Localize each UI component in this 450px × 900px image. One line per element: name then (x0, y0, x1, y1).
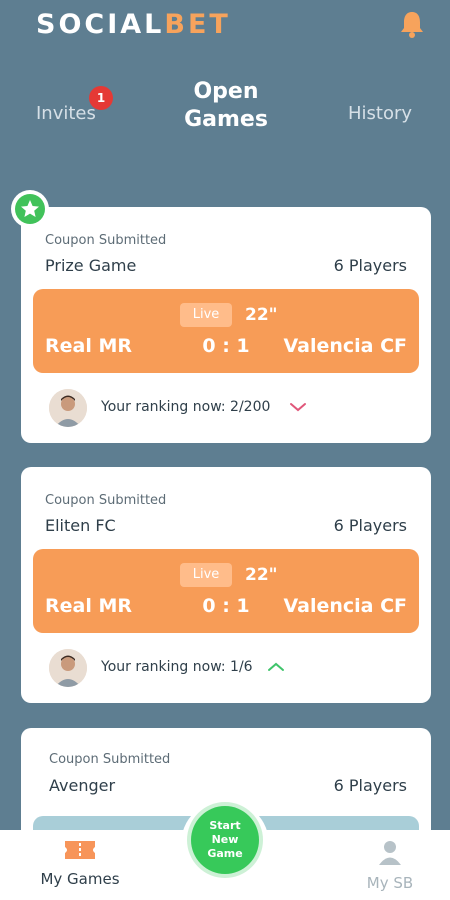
fab-line2: New (211, 833, 239, 846)
players-count: 6 Players (333, 776, 407, 795)
ticket-icon (65, 841, 95, 859)
top-bar: SOCIALBET (0, 0, 450, 60)
match-minute: 22" (245, 305, 278, 325)
fab-line3: Game (207, 847, 243, 860)
user-icon (379, 841, 401, 865)
chevron-down-icon[interactable] (289, 400, 307, 414)
avatar-icon (49, 389, 87, 427)
nav-my-games[interactable]: My Games (20, 838, 140, 888)
tab-open-games-line1: Open (193, 79, 259, 104)
away-team: Valencia CF (283, 595, 407, 617)
chevron-up-icon[interactable] (267, 660, 285, 674)
tab-open-games-line2: Games (184, 107, 268, 132)
match-score: 0 : 1 (202, 335, 250, 357)
star-icon (21, 200, 39, 217)
nav-my-sb[interactable]: My SB (340, 838, 440, 892)
game-name: Avenger (49, 776, 116, 795)
match-score: 0 : 1 (202, 595, 250, 617)
players-count: 6 Players (333, 256, 407, 275)
ranking-text: Your ranking now: 2/200 (101, 399, 271, 415)
game-card-eliten-fc[interactable]: Coupon Submitted Eliten FC 6 Players Liv… (21, 467, 431, 703)
tab-invites[interactable]: Invites (36, 103, 96, 124)
fab-line1: Start (209, 819, 241, 832)
avatar (49, 389, 87, 427)
ranking-text: Your ranking now: 1/6 (101, 659, 253, 675)
coupon-status: Coupon Submitted (49, 752, 171, 767)
home-team: Real MR (45, 595, 133, 617)
game-name: Prize Game (45, 256, 137, 275)
start-new-game-button[interactable]: Start New Game (191, 806, 259, 874)
live-match-panel[interactable]: Live 22" Real MR 0 : 1 Valencia CF (33, 549, 419, 633)
live-match-panel[interactable]: Live 22" Real MR 0 : 1 Valencia CF (33, 289, 419, 373)
live-badge: Live (180, 303, 232, 327)
favorite-badge (11, 190, 49, 228)
players-count: 6 Players (333, 516, 407, 535)
avatar (49, 649, 87, 687)
invites-badge: 1 (89, 86, 113, 110)
coupon-status: Coupon Submitted (45, 233, 167, 248)
nav-my-games-label: My Games (40, 870, 120, 888)
app-logo: SOCIALBET (36, 8, 231, 42)
home-team: Real MR (45, 335, 133, 357)
avatar-icon (49, 649, 87, 687)
game-card-prize-game[interactable]: Coupon Submitted Prize Game 6 Players Li… (21, 207, 431, 443)
bell-icon[interactable] (396, 8, 428, 40)
tab-history[interactable]: History (348, 103, 412, 124)
nav-my-sb-label: My SB (366, 874, 414, 892)
live-badge: Live (180, 563, 232, 587)
away-team: Valencia CF (283, 335, 407, 357)
game-name: Eliten FC (45, 516, 116, 535)
tab-open-games[interactable]: Open Games (170, 78, 282, 134)
logo-bet: BET (164, 9, 231, 40)
match-minute: 22" (245, 565, 278, 585)
coupon-status: Coupon Submitted (45, 493, 167, 508)
logo-social: SOCIAL (36, 9, 165, 40)
